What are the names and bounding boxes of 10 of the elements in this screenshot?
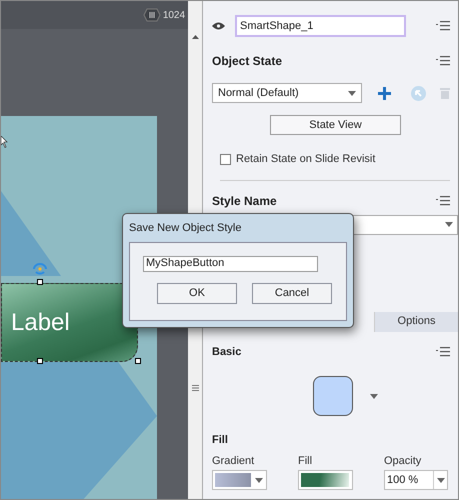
field-label: Opacity <box>384 454 422 468</box>
section-title: Basic <box>212 344 242 360</box>
section-title: Fill <box>212 433 229 448</box>
checkbox-label: Retain State on Slide Revisit <box>236 152 376 167</box>
ruler-marker: 1024 <box>162 8 186 22</box>
field-label: Gradient <box>212 454 256 468</box>
section-title: Object State <box>212 53 282 70</box>
field-label: Fill <box>298 454 314 468</box>
section-title: Style Name <box>212 192 277 210</box>
dialog-title: Save New Object Style <box>129 221 242 236</box>
